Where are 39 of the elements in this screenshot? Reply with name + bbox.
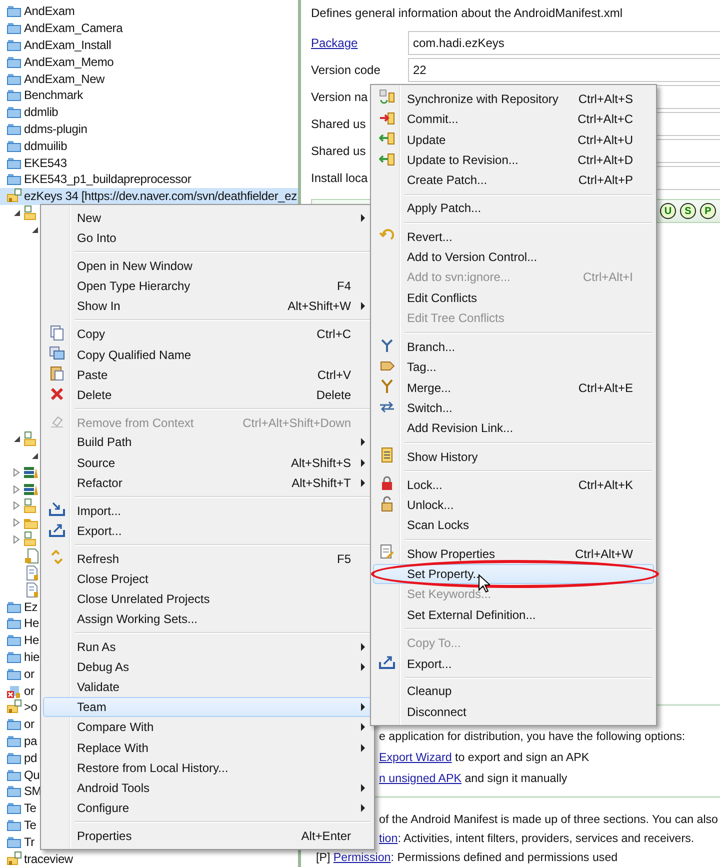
field-label: Install loca (311, 170, 368, 184)
tree-label: Tr (24, 834, 34, 849)
tree-label: AndExam_New (24, 72, 105, 86)
tree-label: or (24, 717, 34, 732)
tree-label: AndExam_Memo (24, 54, 114, 69)
info-text: e application for distribution, you have the following options: (379, 729, 686, 745)
tree-label: Te (24, 801, 36, 816)
tree-label: ddmlib (24, 105, 58, 120)
tree-label: Te (24, 818, 36, 832)
tree-label: He (24, 633, 39, 648)
tree-label: >o (24, 700, 38, 714)
tree-label: Qu (24, 768, 40, 782)
tree-label: pa (24, 734, 37, 748)
tree-label: EKE543 (24, 156, 67, 170)
info-text: n unsigned APK and sign it manually (379, 771, 568, 787)
field-label: Version code (311, 62, 380, 76)
tree-label: EKE543_p1_buildapreprocessor (24, 172, 192, 186)
info-text: tion: Activities, intent filters, providers, services and receivers. (379, 831, 696, 847)
field-label: Shared us (311, 144, 366, 158)
tree-label: AndExam_Install (24, 38, 112, 52)
tree-label: pd (24, 750, 37, 765)
field-label: Version na (311, 90, 368, 104)
tree-label: ddms-plugin (24, 122, 88, 136)
tree-label: Ez (24, 600, 38, 614)
info-text: [P] Permission: Permissions defined and permissions used (316, 850, 619, 866)
info-text: Export Wizard to export and sign an APK (379, 750, 590, 766)
tree-label: AndExam_Camera (24, 21, 123, 36)
tree-label: hie (24, 650, 40, 664)
tree-label: AndExam (24, 4, 75, 18)
tree-label: traceview (24, 852, 73, 866)
tree-label: or (24, 666, 34, 681)
tree-label: He (24, 616, 39, 630)
section-description: Defines general information about the AndroidManifest.xml (311, 6, 624, 20)
field-label: Shared us (311, 116, 366, 130)
tree-label: Benchmark (24, 88, 83, 102)
tree-label: ezKeys 34 [https://dev.naver.com/svn/deathfielder_ez (24, 189, 297, 204)
info-text: of the Android Manifest is made up of three sections. You can also (379, 812, 720, 828)
tree-label: or (24, 684, 34, 698)
tree-label: ddmuilib (24, 138, 68, 153)
